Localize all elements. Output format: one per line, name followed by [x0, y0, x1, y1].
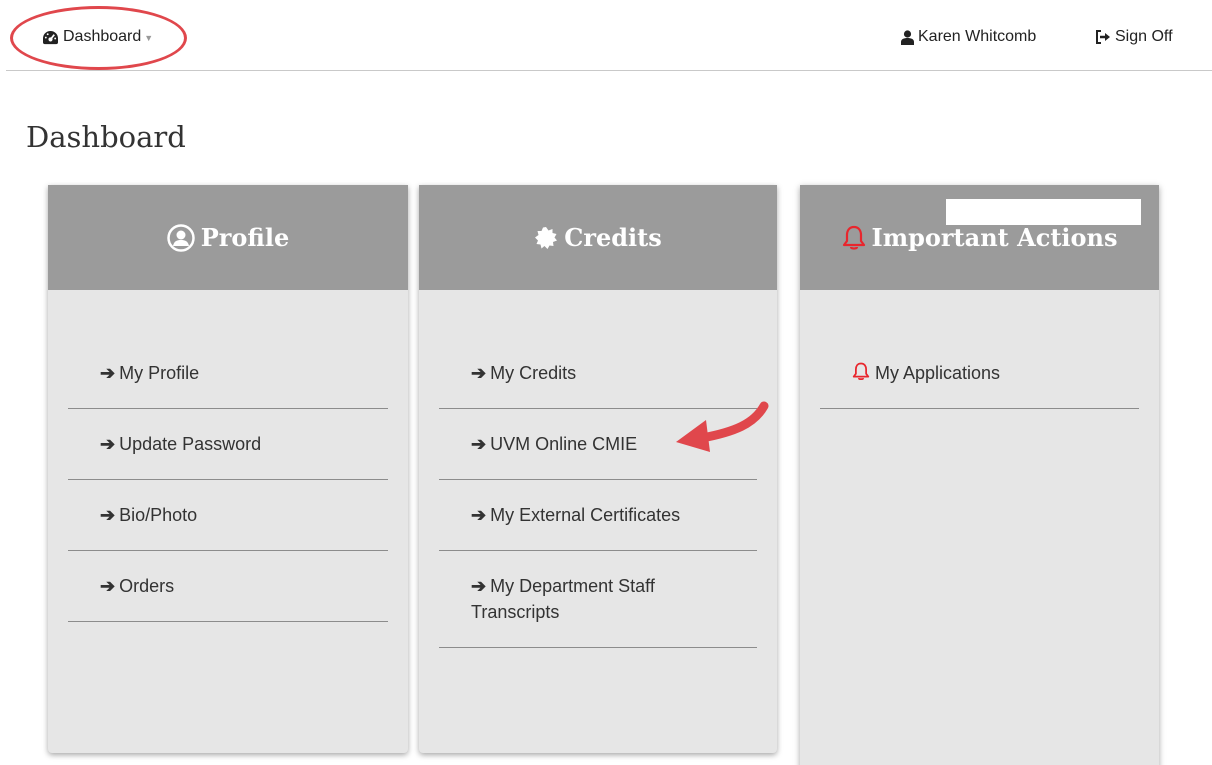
- profile-card: Profile ➔ My Profile ➔ Update Password ➔ Bi…: [48, 185, 408, 753]
- dashboard-menu[interactable]: Dashboard ▼: [42, 28, 153, 46]
- uvm-online-cmie-link[interactable]: ➔ UVM Online CMIE: [439, 409, 757, 480]
- orders-link[interactable]: ➔ Orders: [68, 551, 388, 622]
- credits-card-title: Credits: [564, 223, 662, 252]
- my-department-staff-transcripts-label: My Department Staff Transcripts: [471, 576, 655, 622]
- user-name: Karen Whitcomb: [918, 28, 1037, 45]
- bio-photo-link[interactable]: ➔ Bio/Photo: [68, 480, 388, 551]
- arrow-right-icon: ➔: [100, 363, 116, 383]
- important-actions-card-header: Important Actions: [800, 185, 1159, 290]
- important-actions-card: Important Actions My Applications: [800, 185, 1159, 765]
- my-department-staff-transcripts-link[interactable]: ➔ My Department Staff Transcripts: [439, 551, 757, 648]
- user-icon: [901, 29, 914, 45]
- my-external-certificates-label: My External Certificates: [490, 505, 681, 525]
- my-credits-label: My Credits: [490, 363, 577, 383]
- credits-card-header: Credits: [419, 185, 777, 290]
- profile-card-body: ➔ My Profile ➔ Update Password ➔ Bio/Photo …: [48, 290, 408, 622]
- user-circle-icon: [166, 223, 195, 252]
- bell-icon: [852, 362, 870, 381]
- arrow-right-icon: ➔: [100, 505, 116, 525]
- arrow-right-icon: ➔: [471, 434, 487, 454]
- arrow-right-icon: ➔: [100, 576, 116, 596]
- sign-out-icon: [1096, 30, 1110, 44]
- important-actions-card-body: My Applications: [800, 290, 1159, 409]
- caret-down-icon: ▼: [144, 33, 154, 43]
- arrow-right-icon: ➔: [471, 576, 487, 596]
- arrow-right-icon: ➔: [100, 434, 116, 454]
- profile-card-title: Profile: [200, 223, 290, 252]
- page-title: Dashboard: [26, 120, 186, 154]
- tachometer-icon: [43, 30, 58, 44]
- credits-card: Credits ➔ My Credits ➔ UVM Online CMIE ➔ My…: [419, 185, 777, 753]
- profile-card-header: Profile: [48, 185, 408, 290]
- sign-off-label: Sign Off: [1115, 28, 1173, 45]
- bell-icon: [842, 225, 865, 250]
- my-external-certificates-link[interactable]: ➔ My External Certificates: [439, 480, 757, 551]
- top-navigation: Dashboard ▼ Karen Whitcomb Sign Off: [0, 0, 1212, 72]
- update-password-label: Update Password: [119, 434, 262, 454]
- my-credits-link[interactable]: ➔ My Credits: [439, 338, 757, 409]
- my-applications-label: My Applications: [875, 363, 1001, 383]
- sign-off-link[interactable]: Sign Off: [1095, 28, 1173, 46]
- uvm-online-cmie-label: UVM Online CMIE: [490, 434, 638, 454]
- update-password-link[interactable]: ➔ Update Password: [68, 409, 388, 480]
- certificate-icon: [535, 226, 558, 249]
- my-profile-label: My Profile: [119, 363, 200, 383]
- bio-photo-label: Bio/Photo: [119, 505, 198, 525]
- my-profile-link[interactable]: ➔ My Profile: [68, 338, 388, 409]
- credits-card-body: ➔ My Credits ➔ UVM Online CMIE ➔ My Externa…: [419, 290, 777, 648]
- nav-divider: [6, 70, 1212, 71]
- redaction-box: [946, 199, 1141, 225]
- arrow-right-icon: ➔: [471, 505, 487, 525]
- dashboard-menu-label: Dashboard: [63, 28, 142, 45]
- my-applications-link[interactable]: My Applications: [820, 338, 1139, 409]
- important-actions-card-title: Important Actions: [871, 223, 1118, 252]
- arrow-right-icon: ➔: [471, 363, 487, 383]
- orders-label: Orders: [119, 576, 175, 596]
- user-menu[interactable]: Karen Whitcomb: [901, 28, 1036, 46]
